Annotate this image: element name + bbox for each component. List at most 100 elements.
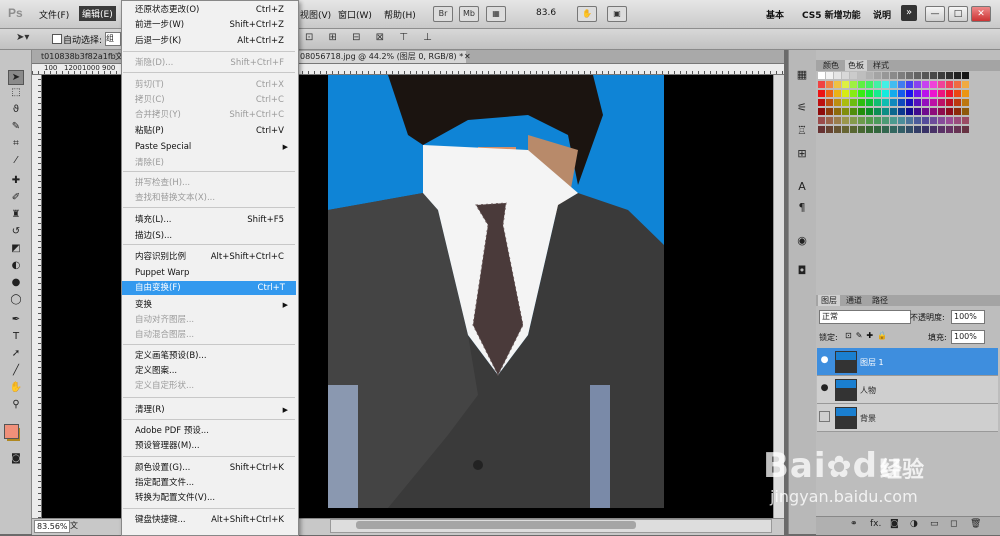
foreground-color-swatch[interactable] [4, 424, 19, 439]
color-swatch[interactable] [842, 72, 849, 79]
color-swatch[interactable] [882, 126, 889, 133]
path-select-icon[interactable]: ➚ [9, 347, 23, 360]
edit-menu-item[interactable]: Paste Special ▶ [135, 140, 290, 154]
color-swatch[interactable] [890, 90, 897, 97]
color-swatch[interactable] [850, 117, 857, 124]
tab-paths[interactable]: 路径 [869, 295, 891, 306]
character-panel-icon[interactable]: A [795, 180, 809, 194]
color-swatch[interactable] [850, 126, 857, 133]
color-swatch[interactable] [882, 90, 889, 97]
color-swatch[interactable] [858, 117, 865, 124]
eye-icon[interactable]: ● [819, 383, 830, 394]
edit-menu-item[interactable]: 定义画笔预设(B)... [135, 349, 290, 363]
layer-name[interactable]: 人物 [860, 385, 876, 396]
color-swatch[interactable] [898, 126, 905, 133]
color-swatch[interactable] [874, 72, 881, 79]
color-swatch[interactable] [946, 72, 953, 79]
zoom-level[interactable]: 83.6 [536, 8, 556, 18]
layer-name[interactable]: 图层 1 [860, 357, 884, 368]
opacity-field[interactable]: 100% [951, 310, 985, 324]
quick-select-tool-icon[interactable]: ✎ [9, 120, 23, 133]
color-swatch[interactable] [834, 81, 841, 88]
color-swatch[interactable] [962, 81, 969, 88]
color-swatch[interactable] [826, 90, 833, 97]
color-swatch[interactable] [866, 81, 873, 88]
color-swatch[interactable] [930, 108, 937, 115]
color-swatch[interactable] [866, 108, 873, 115]
history-brush-icon[interactable]: ↺ [9, 225, 23, 238]
menu-edit[interactable]: 编辑(E) [79, 6, 116, 21]
color-swatch[interactable] [954, 72, 961, 79]
edit-menu-item[interactable]: 清理(R) ▶ [135, 403, 290, 417]
menu-help[interactable]: 帮助(H) [384, 8, 416, 21]
color-swatch[interactable] [890, 99, 897, 106]
color-swatch[interactable] [882, 81, 889, 88]
tab-close-icon[interactable]: ✕ [461, 51, 474, 63]
clone-stamp-icon[interactable]: ♜ [9, 208, 23, 221]
adjustment-icon[interactable]: ◑ [910, 519, 918, 529]
eye-icon[interactable]: ● [819, 355, 830, 366]
color-swatch[interactable] [946, 90, 953, 97]
color-swatch[interactable] [874, 99, 881, 106]
edit-menu-item[interactable]: 定义图案... [135, 364, 290, 378]
dodge-tool-icon[interactable]: ◯ [9, 293, 23, 306]
color-swatch[interactable] [898, 108, 905, 115]
paragraph-panel-icon[interactable]: ¶ [795, 201, 809, 215]
tab-color[interactable]: 颜色 [820, 60, 842, 71]
type-tool-icon[interactable]: T [9, 330, 23, 343]
workspace-help[interactable]: 说明 [873, 8, 891, 21]
color-swatch[interactable] [874, 90, 881, 97]
color-swatch[interactable] [906, 99, 913, 106]
color-swatch[interactable] [842, 81, 849, 88]
color-swatch[interactable] [866, 126, 873, 133]
color-swatch[interactable] [882, 72, 889, 79]
color-swatch[interactable] [874, 108, 881, 115]
color-swatch[interactable] [946, 117, 953, 124]
edit-menu-item[interactable]: 转换为配置文件(V)... [135, 491, 290, 505]
color-swatch[interactable] [922, 99, 929, 106]
hand-tool-button[interactable]: ✋ [577, 6, 597, 22]
color-swatch[interactable] [962, 99, 969, 106]
color-swatch[interactable] [850, 108, 857, 115]
color-swatch[interactable] [890, 72, 897, 79]
color-swatch[interactable] [818, 99, 825, 106]
color-swatch[interactable] [834, 90, 841, 97]
color-swatch[interactable] [842, 99, 849, 106]
view-extras-button[interactable]: ▦ [486, 6, 506, 22]
color-swatch[interactable] [858, 126, 865, 133]
link-icon[interactable]: ⚭ [850, 519, 858, 529]
vertical-ruler[interactable] [32, 75, 42, 518]
color-swatch[interactable] [914, 126, 921, 133]
color-swatch[interactable] [962, 90, 969, 97]
edit-menu-item[interactable]: 描边(S)... [135, 229, 290, 243]
color-swatch[interactable] [818, 72, 825, 79]
color-swatch[interactable] [850, 81, 857, 88]
group-icon[interactable]: ▭ [930, 519, 939, 529]
color-swatch[interactable] [898, 81, 905, 88]
color-swatch[interactable] [914, 99, 921, 106]
color-swatch[interactable] [954, 108, 961, 115]
edit-menu-item[interactable]: 前进一步(W) Shift+Ctrl+Z [135, 18, 290, 32]
color-swatch[interactable] [906, 72, 913, 79]
color-swatch[interactable] [866, 90, 873, 97]
tab-swatches[interactable]: 色板 [845, 60, 867, 71]
tab-styles[interactable]: 样式 [870, 60, 892, 71]
edit-menu-item[interactable]: 键盘快捷键... Alt+Shift+Ctrl+K [135, 513, 290, 527]
shape-tool-icon[interactable]: ╱ [9, 364, 23, 377]
color-swatch[interactable] [930, 72, 937, 79]
hand-tool-icon[interactable]: ✋ [9, 381, 23, 394]
color-swatch[interactable] [938, 81, 945, 88]
move-tool-icon[interactable]: ➤ [8, 70, 24, 85]
color-swatch[interactable] [946, 81, 953, 88]
color-swatch[interactable] [826, 72, 833, 79]
color-swatch[interactable] [946, 99, 953, 106]
color-swatch[interactable] [882, 117, 889, 124]
document-image[interactable] [328, 75, 664, 508]
color-swatch[interactable] [858, 90, 865, 97]
blend-mode-select[interactable]: 正常 [819, 310, 911, 324]
status-document-info[interactable]: 文 [70, 520, 78, 531]
swatch-grid[interactable] [818, 72, 976, 134]
auto-select-checkbox[interactable] [52, 34, 62, 44]
edit-menu-item[interactable]: Puppet Warp [135, 266, 290, 280]
close-button[interactable]: ✕ [971, 6, 991, 22]
